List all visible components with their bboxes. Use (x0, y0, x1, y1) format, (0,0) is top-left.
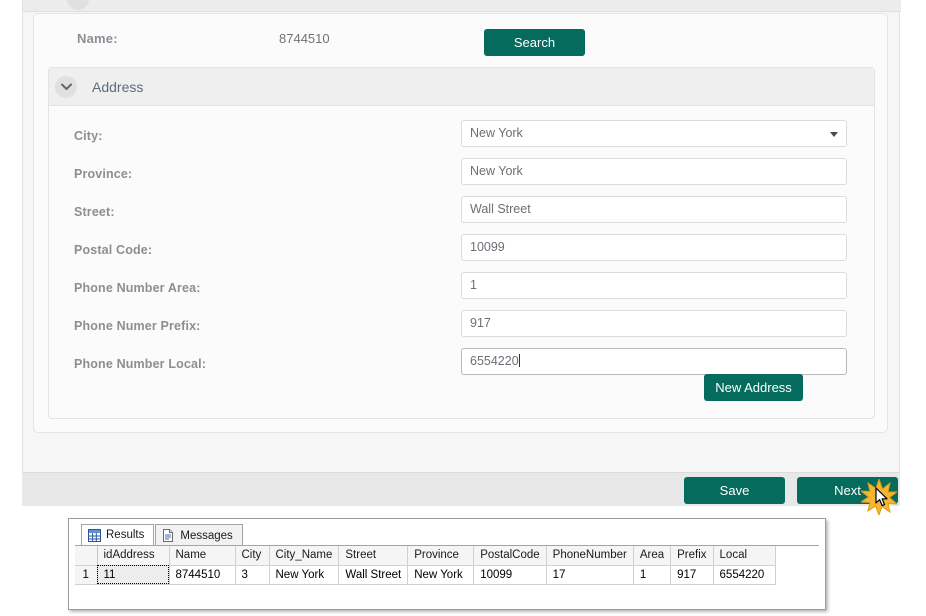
phone-prefix-input[interactable]: 917 (461, 310, 847, 337)
city-select[interactable]: New York (461, 120, 847, 147)
cell-idaddress[interactable]: 11 (97, 565, 170, 585)
province-value: New York (470, 164, 523, 178)
next-button[interactable]: Next (797, 477, 898, 504)
col-phonenumber[interactable]: PhoneNumber (546, 546, 634, 566)
street-input[interactable]: Wall Street (461, 196, 847, 223)
phone-area-label: Phone Number Area: (74, 281, 201, 295)
chevron-down-icon[interactable] (55, 76, 77, 98)
address-fields: City: New York Province: New York Street… (49, 106, 874, 418)
field-row-postal-code: Postal Code: 10099 (49, 234, 874, 272)
chevron-down-glyph (60, 83, 72, 90)
city-label: City: (74, 129, 103, 143)
phone-area-input[interactable]: 1 (461, 272, 847, 299)
cell-city[interactable]: 3 (235, 565, 270, 585)
phone-local-input[interactable]: 6554220 (461, 348, 847, 375)
search-button[interactable]: Search (484, 29, 585, 56)
col-province[interactable]: Province (407, 546, 475, 566)
results-grid[interactable]: idAddress Name City City_Name Street Pro… (75, 546, 776, 585)
cell-area[interactable]: 1 (633, 565, 672, 585)
document-icon (163, 529, 174, 542)
tab-messages[interactable]: Messages (155, 524, 243, 546)
new-address-button[interactable]: New Address (704, 374, 803, 401)
grid-icon (88, 528, 101, 542)
street-label: Street: (74, 205, 115, 219)
tab-results-label: Results (106, 529, 145, 541)
panel-toggle-circle-icon[interactable] (67, 0, 89, 10)
cell-name[interactable]: 8744510 (169, 565, 236, 585)
field-row-phone-area: Phone Number Area: 1 (49, 272, 874, 310)
postal-code-label: Postal Code: (74, 243, 153, 257)
phone-prefix-value: 917 (470, 316, 491, 330)
screen: Name: 8744510 Search Address City: New Y… (0, 0, 926, 616)
web-page-area: Name: 8744510 Search Address City: New Y… (22, 0, 901, 506)
results-table: idAddress Name City City_Name Street Pro… (75, 546, 776, 585)
col-postalcode[interactable]: PostalCode (473, 546, 547, 566)
field-row-province: Province: New York (49, 158, 874, 196)
cell-local[interactable]: 6554220 (713, 565, 776, 585)
col-rownum[interactable] (75, 546, 98, 566)
phone-local-label: Phone Number Local: (74, 357, 207, 371)
collapsed-panel-stub[interactable] (23, 0, 901, 12)
col-area[interactable]: Area (633, 546, 672, 566)
field-row-phone-prefix: Phone Numer Prefix: 917 (49, 310, 874, 348)
cell-street[interactable]: Wall Street (338, 565, 409, 585)
form-action-bar: Save Next (22, 472, 900, 506)
city-value: New York (470, 126, 523, 140)
address-accordion: Address City: New York Province: New Yor… (48, 67, 875, 419)
phone-area-value: 1 (470, 278, 477, 292)
name-label: Name: (77, 31, 118, 46)
col-local[interactable]: Local (713, 546, 776, 566)
street-value: Wall Street (470, 202, 531, 216)
name-value: 8744510 (279, 31, 330, 46)
col-idaddress[interactable]: idAddress (97, 546, 170, 566)
col-name[interactable]: Name (169, 546, 236, 566)
address-accordion-header[interactable]: Address (49, 68, 874, 106)
save-button[interactable]: Save (684, 477, 785, 504)
col-prefix[interactable]: Prefix (670, 546, 714, 566)
postal-code-input[interactable]: 10099 (461, 234, 847, 261)
phone-prefix-label: Phone Numer Prefix: (74, 319, 201, 333)
text-caret (518, 354, 520, 367)
name-row: Name: 8744510 Search (34, 14, 889, 68)
page-content: Name: 8744510 Search Address City: New Y… (22, 0, 901, 472)
cell-city-name[interactable]: New York (269, 565, 340, 585)
address-accordion-title: Address (92, 79, 144, 95)
address-form-card: Name: 8744510 Search Address City: New Y… (33, 13, 888, 433)
ssms-results-window: Results Messages idAddress Name City Cit… (68, 518, 826, 610)
table-header-row: idAddress Name City City_Name Street Pro… (75, 546, 776, 566)
ssms-results-pane: Results Messages idAddress Name City Cit… (71, 521, 823, 607)
col-street[interactable]: Street (338, 546, 409, 566)
cell-province[interactable]: New York (407, 565, 475, 585)
province-label: Province: (74, 167, 133, 181)
field-row-city: City: New York (49, 120, 874, 158)
field-row-street: Street: Wall Street (49, 196, 874, 234)
table-row[interactable]: 1 11 8744510 3 New York Wall Street New … (75, 565, 776, 585)
cell-rownum: 1 (75, 565, 98, 585)
province-input[interactable]: New York (461, 158, 847, 185)
tab-results[interactable]: Results (81, 524, 155, 546)
chevron-down-icon[interactable] (830, 132, 838, 137)
col-city-name[interactable]: City_Name (269, 546, 340, 566)
cell-postalcode[interactable]: 10099 (473, 565, 547, 585)
tab-messages-label: Messages (180, 529, 233, 542)
results-tabs: Results Messages (81, 524, 244, 546)
cell-prefix[interactable]: 917 (670, 565, 714, 585)
phone-local-value: 6554220 (470, 354, 519, 368)
col-city[interactable]: City (235, 546, 270, 566)
postal-code-value: 10099 (470, 240, 505, 254)
cell-phonenumber[interactable]: 17 (546, 565, 634, 585)
